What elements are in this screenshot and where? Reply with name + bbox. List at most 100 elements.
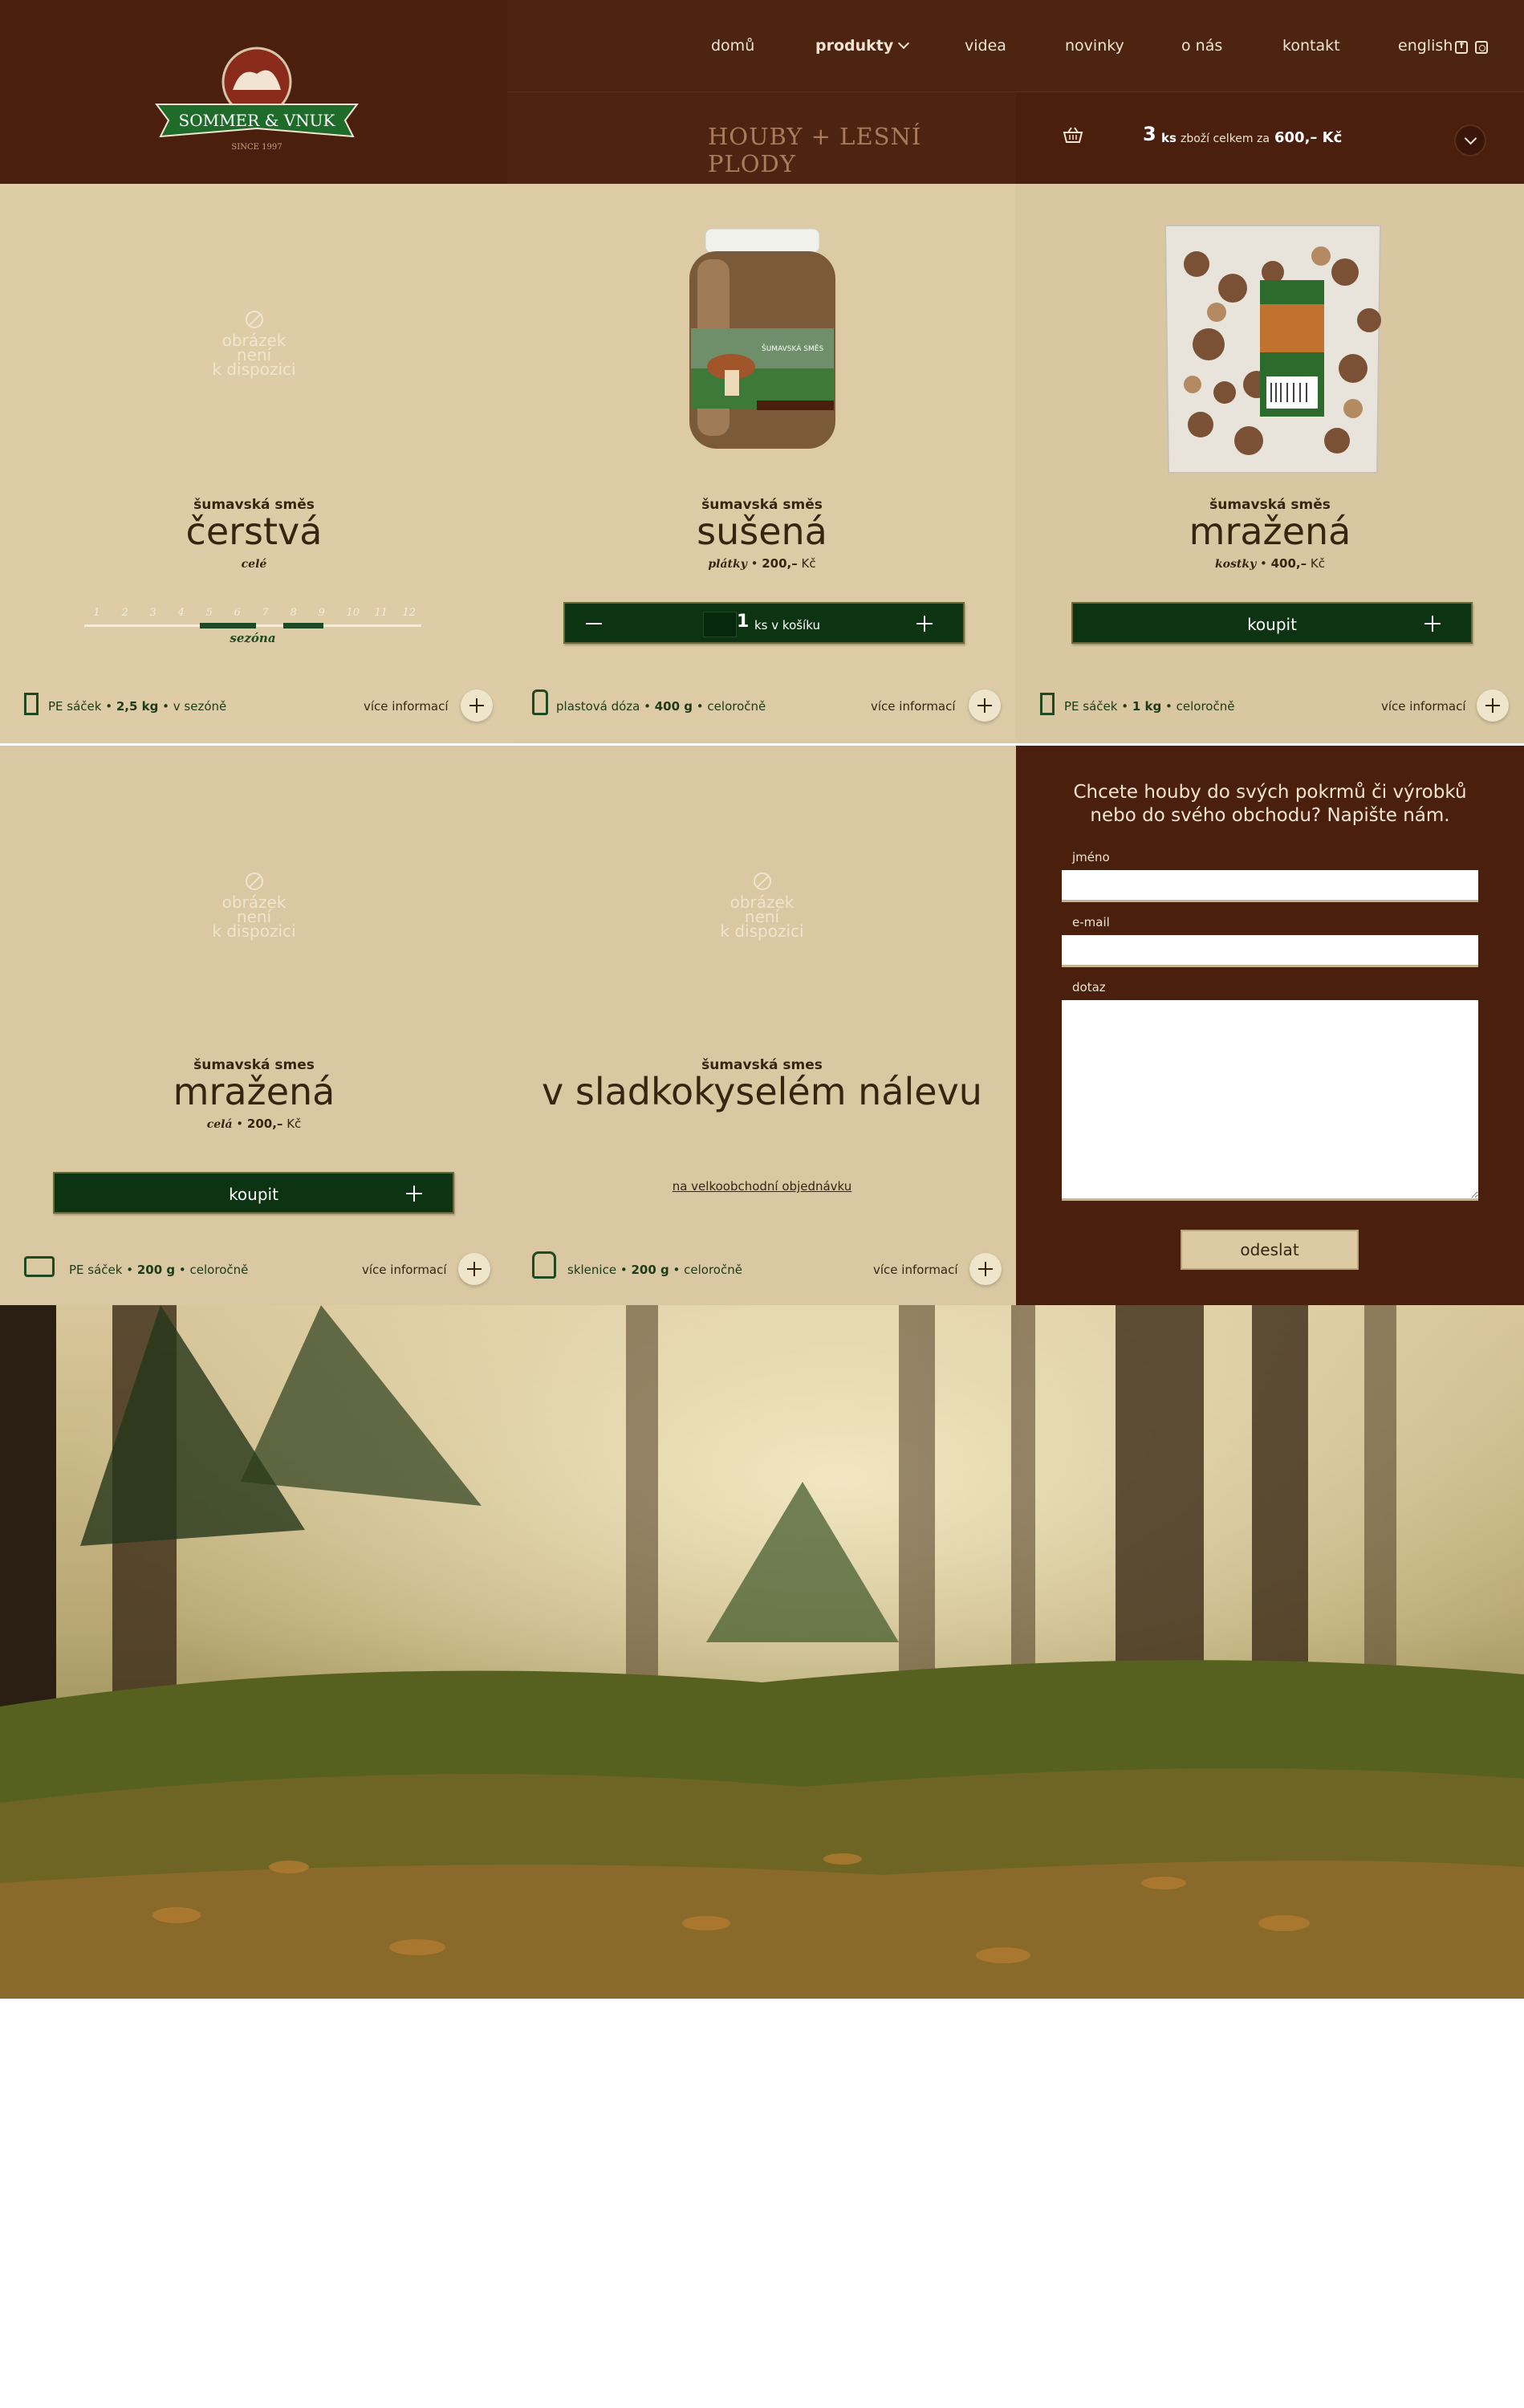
question-field[interactable] [1062, 1000, 1478, 1201]
contact-form: Chcete houby do svých pokrmů či výrobků … [1016, 746, 1524, 1305]
package-info: PE sáček • 2,5 kg • v sezóně [48, 699, 227, 714]
cart-text: zboží celkem za [1181, 132, 1270, 145]
product-cut: celá [206, 1118, 233, 1131]
product-image-bag[interactable] [1016, 184, 1524, 489]
more-info-button[interactable] [969, 1253, 1002, 1285]
nav-products-label: produkty [815, 37, 894, 55]
product-currency: Kč [801, 556, 816, 571]
nav-videos[interactable]: videa [965, 37, 1006, 55]
cart-summary[interactable]: 3 ks zboží celkem za 600,– Kč [1016, 92, 1524, 184]
package-type: sklenice [567, 1263, 617, 1277]
name-label: jméno [1072, 850, 1110, 864]
more-info-button[interactable] [969, 689, 1001, 722]
jar-icon [532, 1251, 556, 1279]
more-info-button[interactable] [1477, 689, 1509, 722]
season-month: 3 [149, 607, 156, 619]
nav-contact[interactable]: kontakt [1282, 37, 1340, 55]
increase-quantity-button[interactable] [916, 616, 933, 632]
nav-language[interactable]: english [1398, 37, 1453, 55]
instagram-icon[interactable] [1475, 41, 1488, 54]
package-info: plastová dóza • 400 g • celoročně [556, 699, 766, 714]
more-info-link[interactable]: více informací [871, 699, 956, 714]
buy-button[interactable]: koupit [53, 1172, 454, 1214]
package-type: plastová dóza [556, 699, 640, 714]
logo-brand-text: SOMMER & VNUK [179, 111, 336, 130]
buy-button[interactable]: koupit [1071, 602, 1473, 644]
product-image-placeholder: obrázek není k dispozici [508, 746, 1016, 1051]
product-card: obrázek není k dispozici šumavská směs č… [0, 184, 508, 743]
season-months: 1 2 3 4 5 6 7 8 9 10 11 12 [84, 607, 421, 623]
product-price: 200,– [762, 556, 798, 571]
bag-icon [24, 693, 39, 715]
plus-icon [406, 1186, 422, 1202]
package-info: sklenice • 200 g • celoročně [567, 1263, 742, 1277]
package-availability: celoročně [707, 699, 766, 714]
product-cut: celé [241, 558, 267, 571]
package-weight: 200 g [631, 1263, 669, 1277]
more-info-link[interactable]: více informací [1381, 699, 1466, 714]
product-title: čerstvá [185, 510, 323, 553]
cart-count-unit: ks [1161, 131, 1177, 145]
product-price: 200,– [246, 1117, 283, 1131]
cart-count: 3 [1143, 123, 1156, 145]
no-image-icon [245, 311, 263, 328]
nav-news[interactable]: novinky [1065, 37, 1124, 55]
more-info-button[interactable] [461, 689, 493, 722]
product-footer: PE sáček • 200 g • celoročně více inform… [0, 1253, 508, 1285]
no-image-notice: obrázek není k dispozici [508, 872, 1016, 939]
season-month: 10 [346, 607, 360, 619]
package-weight: 400 g [654, 699, 693, 714]
wholesale-order-link[interactable]: na velkoobchodní objednávku [508, 1179, 1016, 1194]
season-month: 11 [374, 607, 388, 619]
facebook-icon[interactable] [1455, 40, 1468, 54]
season-month: 6 [234, 607, 241, 619]
email-field[interactable] [1062, 935, 1478, 967]
nav-about[interactable]: o nás [1181, 37, 1222, 55]
product-currency: Kč [1310, 556, 1325, 571]
season-month: 5 [205, 607, 213, 619]
product-title: v sladkokyselém nálevu [542, 1070, 982, 1113]
more-info-link[interactable]: více informací [362, 1263, 447, 1277]
nav-home[interactable]: domů [711, 37, 754, 55]
package-availability: celoročně [189, 1263, 249, 1277]
category-title: HOUBY + LESNÍ PLODY [708, 123, 922, 177]
no-image-line: k dispozici [212, 360, 296, 379]
nav-products[interactable]: produkty [815, 37, 910, 55]
name-field[interactable] [1062, 870, 1478, 902]
product-price: 400,– [1270, 556, 1307, 571]
product-title: mražená [173, 1070, 335, 1113]
package-type: PE sáček [69, 1263, 123, 1277]
cart-expand-button[interactable] [1454, 124, 1486, 157]
buy-button-label: koupit [229, 1185, 278, 1204]
package-weight: 1 kg [1132, 699, 1162, 714]
season-highlight [283, 623, 323, 628]
product-footer: plastová dóza • 400 g • celoročně více i… [508, 689, 1016, 722]
product-detail: plátky • 200,– Kč [708, 556, 816, 571]
main-nav: domů produkty videa novinky o nás kontak… [507, 0, 1524, 92]
product-image-placeholder: obrázek není k dispozici [0, 746, 508, 1051]
season-highlight [200, 623, 256, 628]
product-title: sušená [697, 510, 827, 553]
product-card: ŠUMAVSKÁ SMĚS šumavská směs sušená plátk… [508, 184, 1016, 743]
no-image-line: k dispozici [212, 921, 296, 941]
forest-banner-image [0, 1305, 1524, 1999]
cart-quantity-stepper: 1 ks v košíku [563, 602, 965, 644]
season-label: sezóna [230, 631, 276, 645]
send-button[interactable]: odeslat [1181, 1230, 1359, 1270]
brand-logo[interactable]: SOMMER & VNUK SINCE 1997 [152, 42, 361, 154]
email-label: e-mail [1072, 915, 1110, 929]
more-info-link[interactable]: více informací [873, 1263, 958, 1277]
quantity-box[interactable] [703, 612, 737, 637]
more-info-link[interactable]: více informací [364, 699, 449, 714]
svg-text:SINCE 1997: SINCE 1997 [231, 143, 282, 152]
basket-icon [1063, 127, 1083, 143]
more-info-button[interactable] [458, 1253, 490, 1285]
logo-panel: SOMMER & VNUK SINCE 1997 [0, 0, 507, 184]
product-card: šumavská směs mražená kostky • 400,– Kč … [1016, 184, 1524, 743]
product-image-jar[interactable]: ŠUMAVSKÁ SMĚS [508, 184, 1016, 489]
no-image-icon [753, 872, 771, 890]
buy-button-label: koupit [1247, 615, 1297, 634]
season-month: 4 [177, 607, 185, 619]
decrease-quantity-button[interactable] [586, 623, 602, 624]
package-weight: 2,5 kg [116, 699, 159, 714]
